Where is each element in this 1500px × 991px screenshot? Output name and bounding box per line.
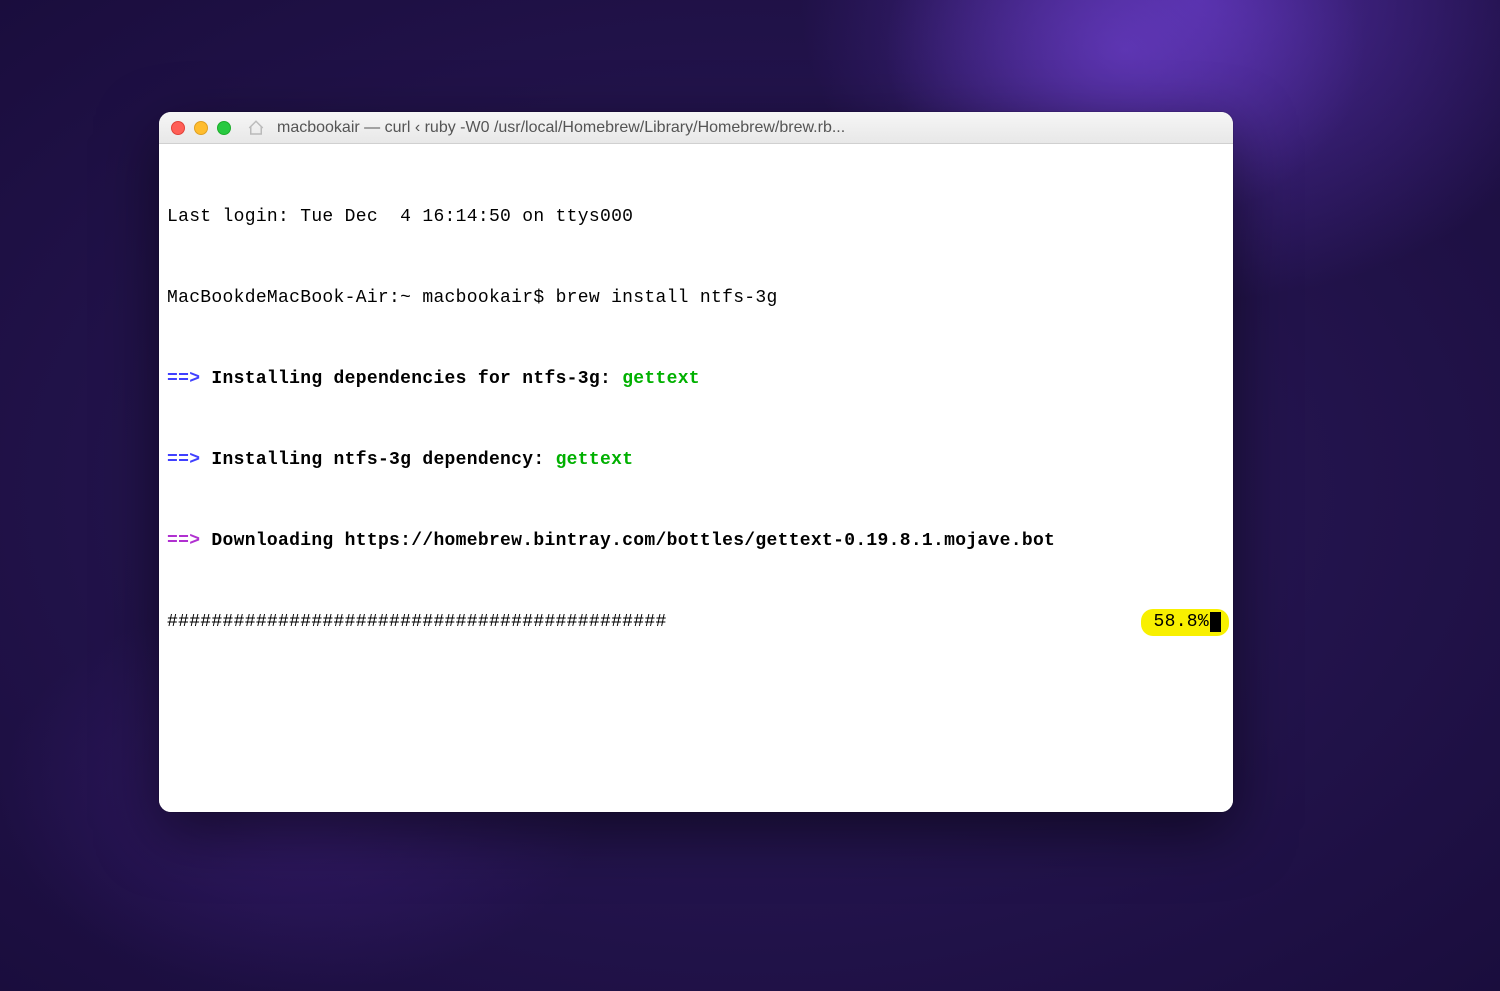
dep-name-2: gettext [556, 450, 634, 470]
home-icon [247, 119, 265, 137]
close-button[interactable] [171, 121, 185, 135]
downloading-line: ==> Downloading https://homebrew.bintray… [167, 528, 1225, 555]
prompt-line: MacBookdeMacBook-Air:~ macbookair$ brew … [167, 285, 1225, 312]
command-text: brew install ntfs-3g [556, 288, 778, 308]
progress-hashes: ########################################… [167, 609, 667, 636]
shell-prompt: MacBookdeMacBook-Air:~ macbookair$ [167, 288, 556, 308]
window-title: macbookair — curl ‹ ruby -W0 /usr/local/… [277, 119, 1221, 137]
terminal-window[interactable]: macbookair — curl ‹ ruby -W0 /usr/local/… [159, 112, 1233, 812]
install-deps-line: ==> Installing dependencies for ntfs-3g:… [167, 366, 1225, 393]
minimize-button[interactable] [194, 121, 208, 135]
last-login-line: Last login: Tue Dec 4 16:14:50 on ttys00… [167, 204, 1225, 231]
progress-line: ########################################… [167, 609, 1225, 636]
terminal-output[interactable]: Last login: Tue Dec 4 16:14:50 on ttys00… [159, 144, 1233, 812]
brew-arrow: ==> [167, 531, 200, 551]
traffic-lights [171, 121, 231, 135]
window-titlebar[interactable]: macbookair — curl ‹ ruby -W0 /usr/local/… [159, 112, 1233, 144]
install-dep-text: Installing ntfs-3g dependency: [200, 450, 555, 470]
brew-arrow: ==> [167, 450, 200, 470]
dep-name-1: gettext [622, 369, 700, 389]
install-dep-line: ==> Installing ntfs-3g dependency: gette… [167, 447, 1225, 474]
maximize-button[interactable] [217, 121, 231, 135]
download-url: Downloading https://homebrew.bintray.com… [200, 531, 1055, 551]
cursor [1210, 612, 1221, 632]
install-deps-text: Installing dependencies for ntfs-3g: [200, 369, 622, 389]
progress-percent: 58.8% [1141, 609, 1229, 636]
brew-arrow: ==> [167, 369, 200, 389]
